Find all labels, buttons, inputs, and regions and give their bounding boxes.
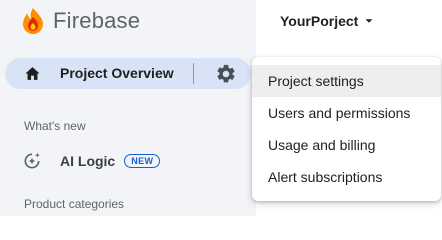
project-switcher[interactable]: YourPorject — [280, 10, 376, 32]
project-name: YourPorject — [280, 13, 359, 29]
brand[interactable]: Firebase — [22, 6, 140, 36]
project-overview-link[interactable]: Project Overview — [5, 58, 193, 89]
pill-divider — [193, 63, 194, 84]
ai-logic-icon — [24, 152, 40, 169]
settings-gear-button[interactable] — [215, 63, 237, 85]
caret-down-icon — [365, 19, 373, 23]
product-categories-heading: Product categories — [24, 197, 125, 211]
gear-icon — [217, 64, 235, 83]
firebase-flame-icon — [23, 8, 43, 34]
menu-item-users-and-permissions[interactable]: Users and permissions — [252, 97, 441, 129]
project-overview-pill: Project Overview — [5, 58, 251, 89]
settings-menu: Project settings Users and permissions U… — [252, 57, 441, 201]
whats-new-heading: What's new — [24, 119, 86, 133]
menu-item-usage-and-billing[interactable]: Usage and billing — [252, 129, 441, 161]
brand-name: Firebase — [53, 8, 141, 33]
new-badge: NEW — [124, 154, 161, 168]
menu-item-project-settings[interactable]: Project settings — [252, 65, 441, 97]
sidebar-item-ai-logic[interactable]: AI Logic NEW — [22, 149, 161, 173]
menu-item-alert-subscriptions[interactable]: Alert subscriptions — [252, 161, 441, 193]
project-overview-label: Project Overview — [60, 65, 174, 81]
home-icon — [25, 67, 40, 80]
sidebar: Firebase Project Overview What's new AI … — [0, 0, 256, 216]
ai-logic-label: AI Logic — [60, 153, 116, 169]
